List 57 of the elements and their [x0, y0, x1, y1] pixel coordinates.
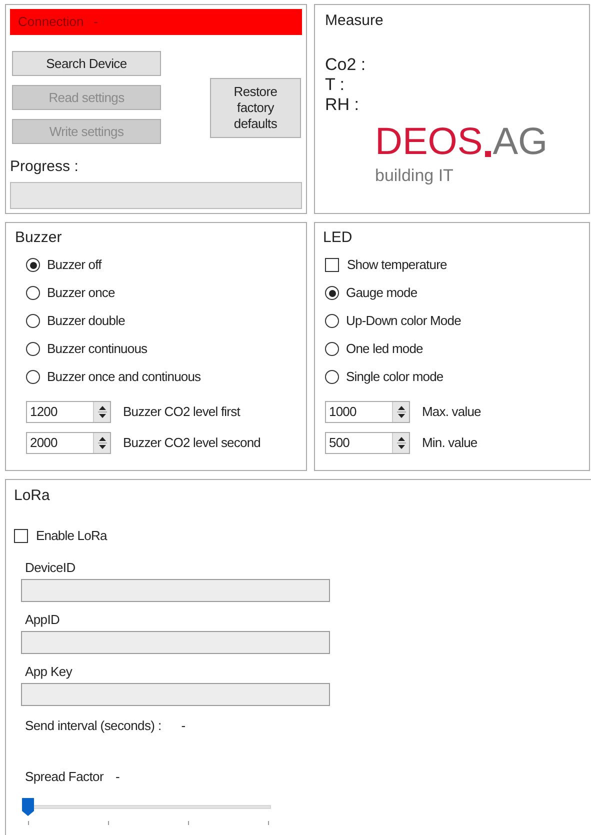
checkbox[interactable] — [14, 528, 28, 542]
logo-tagline: building IT — [375, 164, 454, 186]
slider-thumb[interactable] — [21, 796, 35, 816]
connection-status: - — [94, 13, 98, 32]
number-field[interactable]: 1200 — [26, 400, 111, 422]
send-interval-label: Send interval (seconds) : — [25, 716, 162, 735]
led-title: LED — [323, 229, 352, 246]
spinner-label: Min. value — [422, 434, 478, 452]
field-label: DeviceID — [25, 558, 76, 576]
radio-label: Single color mode — [346, 368, 444, 386]
radio-button[interactable] — [325, 314, 339, 328]
radio-button[interactable] — [26, 370, 40, 384]
reading-label: T : — [325, 74, 346, 94]
radio-label: One led mode — [346, 340, 423, 358]
spread-factor-label: Spread Factor — [25, 768, 104, 786]
spinner-arrows-icon — [93, 432, 110, 452]
reading-label: RH : — [325, 94, 360, 114]
radio-button[interactable] — [26, 286, 40, 300]
radio-label: Gauge mode — [346, 284, 418, 302]
radio-label: Buzzer double — [47, 312, 125, 330]
reading-label: Co2 : — [325, 54, 367, 74]
spread-factor-value: - — [115, 768, 120, 786]
checkbox-label: Enable LoRa — [36, 526, 107, 545]
logo-name: DEOS — [375, 122, 483, 160]
send-interval-value: - — [181, 716, 186, 734]
checkbox-label: Show temperature — [347, 256, 447, 274]
lora-title: LoRa — [14, 486, 51, 506]
action-button[interactable]: Restore factory defaults — [210, 78, 301, 138]
checkbox[interactable] — [325, 258, 339, 272]
spinner-arrows-icon — [93, 402, 110, 422]
radio-button[interactable] — [325, 286, 339, 300]
radio-label: Buzzer continuous — [47, 340, 148, 358]
radio-label: Buzzer off — [47, 256, 102, 274]
logo-suffix: AG — [492, 122, 548, 160]
radio-label: Up-Down color Mode — [346, 312, 461, 330]
radio-button[interactable] — [325, 342, 339, 356]
radio-button[interactable] — [26, 342, 40, 356]
connection-title: Connection — [18, 13, 84, 32]
field-label: AppID — [25, 610, 61, 628]
spinner-label: Max. value — [422, 402, 481, 421]
radio-button[interactable] — [325, 370, 339, 384]
number-field[interactable]: 2000 — [26, 432, 111, 454]
action-button[interactable]: Search Device — [12, 51, 161, 76]
spinner-label: Buzzer CO2 level first — [123, 402, 240, 421]
spinner-arrows-icon — [392, 402, 409, 422]
radio-button[interactable] — [26, 314, 40, 328]
field-label: App Key — [25, 662, 74, 680]
buzzer-title: Buzzer — [15, 229, 62, 246]
number-field[interactable]: 500 — [325, 432, 410, 454]
radio-label: Buzzer once — [47, 284, 115, 302]
progress-label: Progress : — [10, 157, 80, 177]
radio-button[interactable] — [26, 258, 40, 272]
spinner-arrows-icon — [392, 432, 409, 452]
radio-label: Buzzer once and continuous — [47, 368, 201, 386]
measure-title: Measure — [325, 11, 384, 31]
spinner-label: Buzzer CO2 level second — [123, 434, 260, 452]
number-field[interactable]: 1000 — [325, 400, 410, 422]
